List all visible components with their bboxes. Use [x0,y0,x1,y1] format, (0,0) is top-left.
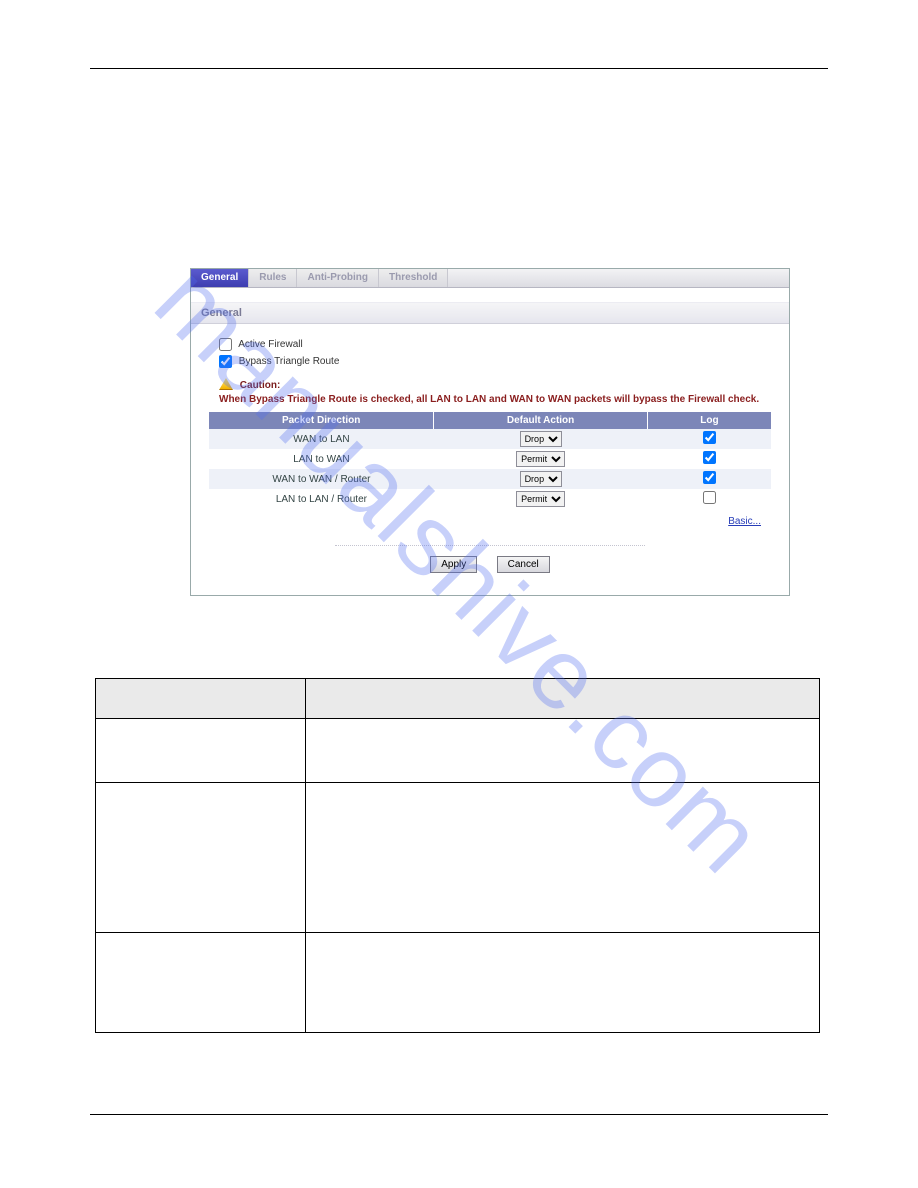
log-cell [647,449,771,469]
active-firewall-label: Active Firewall [238,339,302,350]
firewall-panel: General Rules Anti-Probing Threshold Gen… [190,268,790,596]
action-cell: Permit [434,449,648,469]
col-action: Default Action [434,412,648,429]
divider-dotted [335,545,644,546]
page-rule-bottom [90,1114,828,1115]
desc-cell [96,783,306,933]
action-select-wan-to-lan[interactable]: Drop [520,431,562,447]
table-row: WAN to WAN / Router Drop [209,469,771,489]
table-row: LAN to WAN Permit [209,449,771,469]
col-log: Log [647,412,771,429]
section-heading-general: General [191,302,789,324]
desc-cell [96,933,306,1033]
panel-body: Active Firewall Bypass Triangle Route Ca… [191,324,789,595]
desc-cell [306,933,820,1033]
desc-th-left [96,679,306,719]
desc-th-right [306,679,820,719]
tab-rules[interactable]: Rules [249,269,297,287]
log-cell [647,469,771,489]
caution-heading: Caution: [240,380,281,391]
bypass-triangle-label: Bypass Triangle Route [239,356,340,367]
log-checkbox-wan-to-wan-router[interactable] [703,471,716,484]
action-select-lan-to-lan-router[interactable]: Permit [516,491,565,507]
basic-link[interactable]: Basic... [728,516,761,527]
basic-link-row: Basic... [209,509,771,527]
desc-cell [96,719,306,783]
warning-icon [219,378,233,390]
action-cell: Drop [434,429,648,449]
button-row: Apply Cancel [209,556,771,579]
tab-bar: General Rules Anti-Probing Threshold [191,269,789,288]
firewall-rules-table: Packet Direction Default Action Log WAN … [209,412,771,509]
col-direction: Packet Direction [209,412,434,429]
active-firewall-checkbox[interactable] [219,338,232,351]
desc-cell [306,719,820,783]
bypass-triangle-row: Bypass Triangle Route [219,355,771,368]
log-checkbox-lan-to-wan[interactable] [703,451,716,464]
action-cell: Drop [434,469,648,489]
page-rule-top [90,68,828,69]
log-checkbox-lan-to-lan-router[interactable] [703,491,716,504]
direction-cell: LAN to WAN [209,449,434,469]
active-firewall-row: Active Firewall [219,338,771,351]
tab-threshold[interactable]: Threshold [379,269,448,287]
action-select-lan-to-wan[interactable]: Permit [516,451,565,467]
caution-heading-row: Caution: [219,378,771,391]
log-cell [647,429,771,449]
log-checkbox-wan-to-lan[interactable] [703,431,716,444]
caution-text: When Bypass Triangle Route is checked, a… [219,393,771,406]
direction-cell: WAN to WAN / Router [209,469,434,489]
table-row [96,783,820,933]
tab-general[interactable]: General [191,269,249,287]
table-row [96,719,820,783]
direction-cell: LAN to LAN / Router [209,489,434,509]
table-row: LAN to LAN / Router Permit [209,489,771,509]
table-row: WAN to LAN Drop [209,429,771,449]
bypass-triangle-checkbox[interactable] [219,355,232,368]
action-select-wan-to-wan-router[interactable]: Drop [520,471,562,487]
tab-anti-probing[interactable]: Anti-Probing [297,269,379,287]
direction-cell: WAN to LAN [209,429,434,449]
desc-cell [306,783,820,933]
cancel-button[interactable]: Cancel [497,556,550,573]
apply-button[interactable]: Apply [430,556,477,573]
table-row [96,933,820,1033]
log-cell [647,489,771,509]
action-cell: Permit [434,489,648,509]
description-table [95,678,820,1033]
